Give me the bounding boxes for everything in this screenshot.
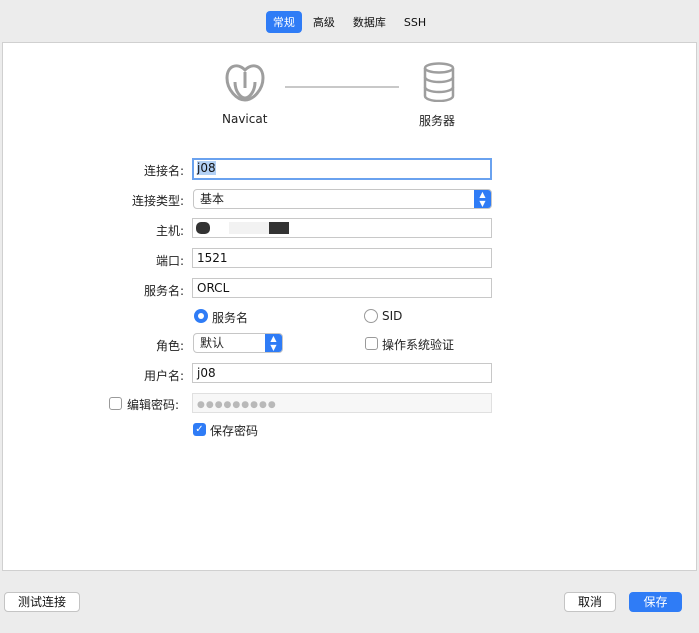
radio-service-name-label: 服务名 bbox=[212, 311, 249, 325]
os-auth-checkbox[interactable] bbox=[365, 337, 378, 350]
username-value: j08 bbox=[197, 366, 216, 380]
host-redacted-start bbox=[196, 222, 210, 234]
navicat-icon bbox=[225, 64, 265, 102]
role-label: 角色: bbox=[155, 339, 184, 353]
port-label: 端口: bbox=[155, 254, 184, 268]
role-select[interactable]: 默认 ▲ ▼ bbox=[193, 333, 283, 353]
port-value: 1521 bbox=[197, 251, 228, 265]
role-value: 默认 bbox=[200, 336, 225, 350]
edit-password-checkbox[interactable] bbox=[109, 397, 122, 410]
save-password-checkbox[interactable]: ✓ bbox=[193, 423, 206, 436]
test-connection-button[interactable]: 测试连接 bbox=[4, 592, 80, 612]
navicat-label: Navicat bbox=[222, 112, 268, 126]
connection-name-value: j08 bbox=[197, 161, 216, 175]
username-field[interactable]: j08 bbox=[192, 363, 492, 383]
service-name-value: ORCL bbox=[197, 281, 230, 295]
service-name-field[interactable]: ORCL bbox=[192, 278, 492, 298]
host-label: 主机: bbox=[155, 224, 184, 238]
connection-type-label: 连接类型: bbox=[131, 194, 184, 208]
tab-advanced[interactable]: 高级 bbox=[306, 11, 342, 33]
edit-password-label: 编辑密码: bbox=[127, 398, 180, 412]
host-field[interactable] bbox=[192, 218, 492, 238]
radio-sid[interactable] bbox=[364, 309, 378, 323]
password-mask: ●●●●●●●●● bbox=[197, 400, 277, 410]
save-password-label: 保存密码 bbox=[210, 424, 259, 438]
tab-database[interactable]: 数据库 bbox=[346, 11, 393, 33]
database-icon bbox=[423, 62, 455, 102]
radio-sid-label: SID bbox=[382, 309, 403, 323]
tab-general[interactable]: 常规 bbox=[265, 11, 302, 33]
connection-line bbox=[285, 86, 399, 88]
chevron-updown-icon: ▲ ▼ bbox=[474, 190, 491, 208]
cancel-button[interactable]: 取消 bbox=[564, 592, 616, 612]
os-auth-label: 操作系统验证 bbox=[382, 338, 455, 352]
server-label: 服务器 bbox=[419, 114, 456, 128]
connection-type-value: 基本 bbox=[200, 192, 225, 206]
connection-type-select[interactable]: 基本 ▲ ▼ bbox=[193, 189, 492, 209]
chevron-updown-icon: ▲ ▼ bbox=[265, 334, 282, 352]
save-button[interactable]: 保存 bbox=[629, 592, 682, 612]
radio-service-name[interactable] bbox=[194, 309, 208, 323]
service-name-label: 服务名: bbox=[143, 284, 184, 298]
password-field[interactable]: ●●●●●●●●● bbox=[192, 393, 492, 413]
connection-name-label: 连接名: bbox=[143, 164, 184, 178]
port-field[interactable]: 1521 bbox=[192, 248, 492, 268]
settings-panel bbox=[2, 42, 697, 571]
username-label: 用户名: bbox=[143, 369, 184, 383]
tab-bar: 常规 高级 数据库 SSH bbox=[0, 0, 699, 44]
tab-ssh[interactable]: SSH bbox=[397, 13, 433, 32]
host-redacted-end bbox=[269, 222, 289, 234]
connection-name-field[interactable]: j08 bbox=[192, 158, 492, 180]
